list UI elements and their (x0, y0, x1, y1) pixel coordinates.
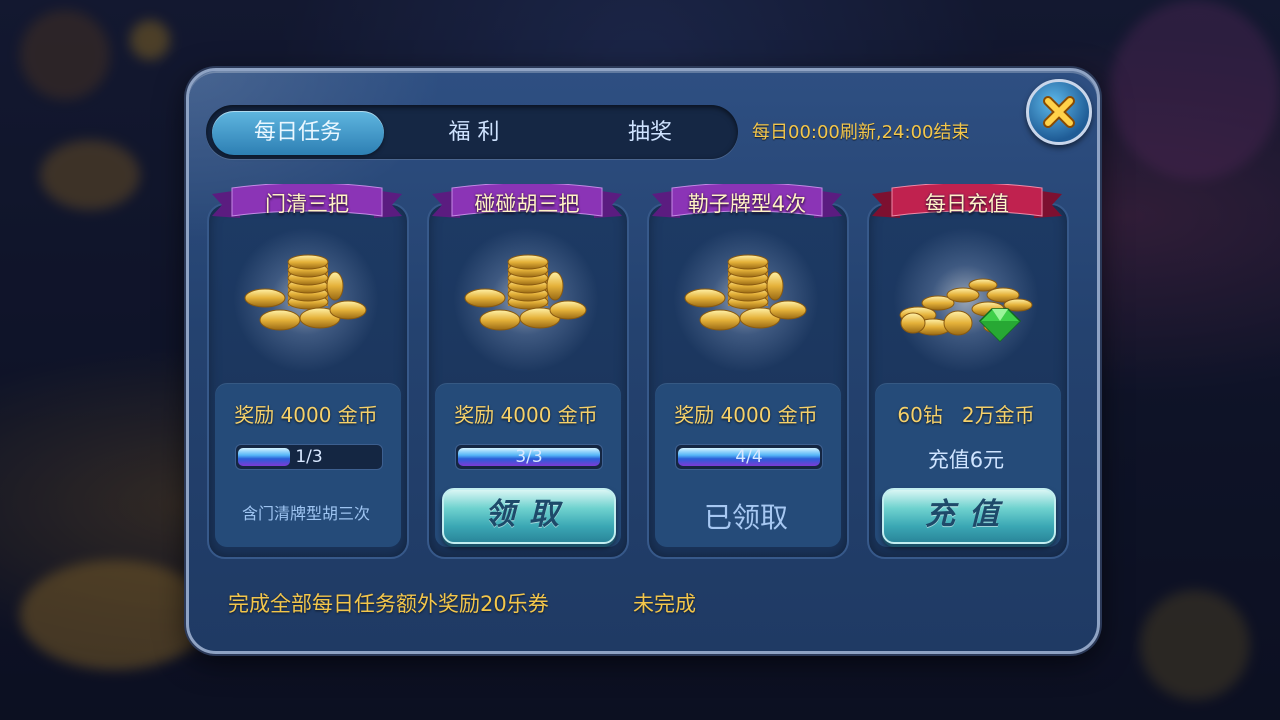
bonus-status: 未完成 (633, 592, 696, 616)
task-progress-bar: 3/3 (455, 444, 603, 470)
claimed-status: 已领取 (703, 501, 788, 534)
task-reward: 奖励 4000 金币 (234, 403, 378, 427)
recharge-price: 充值6元 (927, 448, 1005, 472)
task-reward: 60钻 2万金币 (897, 403, 1035, 427)
task-title: 勒子牌型4次 (687, 192, 807, 216)
progress-text: 3/3 (515, 447, 543, 467)
close-icon (1043, 96, 1075, 128)
recharge-button[interactable]: 充值 (882, 488, 1056, 544)
task-progress-bar: 4/4 (675, 444, 823, 470)
task-progress-bar: 1/3 (235, 444, 383, 470)
refresh-note: 每日00:00刷新,24:00结束 (752, 122, 970, 143)
task-title: 门清三把 (265, 192, 349, 216)
progress-text: 4/4 (735, 447, 763, 467)
tab-daily-tasks[interactable]: 每日任务 (212, 111, 384, 155)
bonus-text: 完成全部每日任务额外奖励20乐券 (228, 592, 549, 616)
claim-button[interactable]: 领取 (442, 488, 616, 544)
tab-welfare[interactable]: 福 利 (388, 111, 560, 155)
tab-lottery[interactable]: 抽奖 (564, 111, 736, 155)
task-reward: 奖励 4000 金币 (454, 403, 598, 427)
task-reward: 奖励 4000 金币 (674, 403, 818, 427)
task-description: 含门清牌型胡三次 (241, 504, 370, 523)
coins-and-diamond-icon (899, 278, 1033, 343)
task-title: 碰碰胡三把 (474, 192, 580, 216)
gold-coin-stack-icon (244, 254, 367, 331)
task-title: 每日充值 (925, 192, 1009, 216)
close-button[interactable] (1026, 79, 1092, 145)
gold-coin-stack-icon (464, 254, 587, 331)
progress-text: 1/3 (295, 447, 323, 467)
gold-coin-stack-icon (684, 254, 807, 331)
